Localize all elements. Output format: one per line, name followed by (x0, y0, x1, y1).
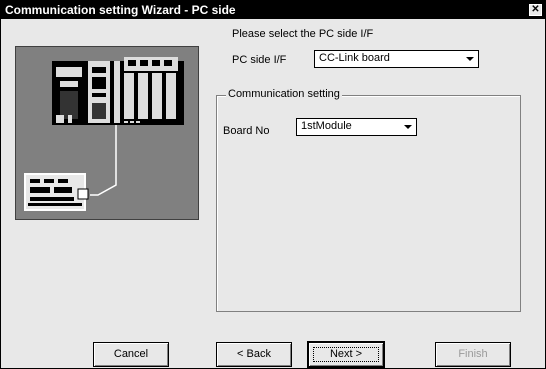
title-bar: Communication setting Wizard - PC side ✕ (1, 1, 545, 19)
finish-button[interactable]: Finish (435, 342, 511, 367)
communication-setting-legend: Communication setting (226, 88, 342, 100)
pc-side-label: PC side I/F (232, 54, 287, 66)
next-button[interactable]: Next > (307, 341, 385, 368)
chevron-down-icon[interactable] (463, 52, 477, 66)
finish-label: Finish (458, 348, 488, 360)
prompt-text: Please select the PC side I/F (232, 28, 374, 40)
chevron-down-icon[interactable] (401, 120, 415, 134)
pc-side-value: CC-Link board (319, 52, 390, 64)
close-icon[interactable]: ✕ (529, 4, 542, 16)
board-no-value: 1stModule (301, 120, 352, 132)
pc-side-dropdown[interactable]: CC-Link board (314, 50, 479, 68)
wizard-window: Communication setting Wizard - PC side ✕ (0, 0, 546, 369)
focus-rectangle (313, 347, 379, 362)
plc-diagram-icon (24, 57, 184, 211)
back-label: < Back (237, 348, 271, 360)
board-no-label: Board No (223, 125, 270, 137)
cancel-label: Cancel (113, 348, 149, 360)
board-no-dropdown[interactable]: 1stModule (296, 118, 417, 136)
window-title: Communication setting Wizard - PC side (5, 3, 236, 17)
cancel-button[interactable]: Cancel (93, 342, 169, 367)
back-button[interactable]: < Back (216, 342, 292, 367)
plc-system-illustration (15, 46, 199, 220)
